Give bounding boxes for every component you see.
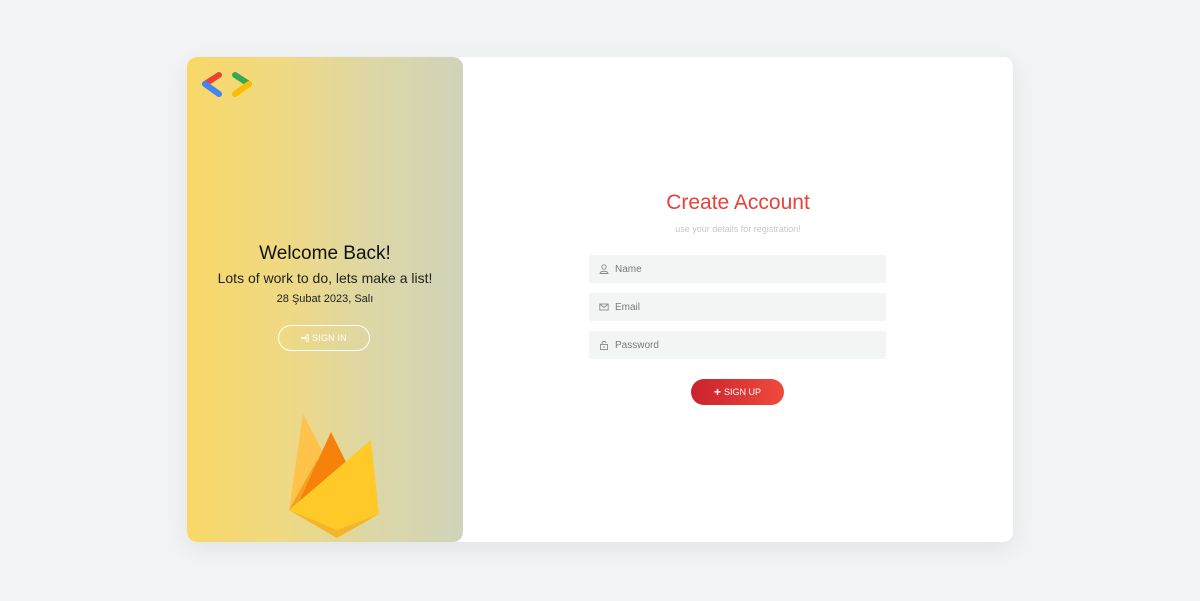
firebase-flame-logo-icon bbox=[289, 414, 379, 538]
email-input[interactable] bbox=[615, 301, 875, 313]
lock-icon bbox=[600, 341, 608, 350]
password-field[interactable] bbox=[589, 331, 886, 359]
sign-up-button[interactable]: + SIGN UP bbox=[691, 379, 784, 405]
email-field[interactable] bbox=[589, 293, 886, 321]
name-field[interactable] bbox=[589, 255, 886, 283]
registration-panel: Create Account use your details for regi… bbox=[463, 57, 1013, 542]
sign-in-button[interactable]: SIGN IN bbox=[278, 325, 370, 351]
envelope-icon bbox=[599, 303, 609, 311]
sign-up-label: SIGN UP bbox=[724, 387, 762, 397]
password-input[interactable] bbox=[615, 339, 875, 351]
page-subtitle: use your details for registration! bbox=[675, 224, 801, 234]
code-brackets-logo-icon bbox=[202, 72, 252, 97]
welcome-subtitle: Lots of work to do, lets make a list! bbox=[217, 270, 433, 286]
sign-in-icon bbox=[301, 334, 309, 342]
name-input[interactable] bbox=[615, 263, 875, 275]
current-date: 28 Şubat 2023, Salı bbox=[276, 293, 374, 305]
plus-icon: + bbox=[713, 385, 721, 399]
welcome-panel: Welcome Back! Lots of work to do, lets m… bbox=[187, 57, 463, 542]
welcome-title: Welcome Back! bbox=[259, 243, 391, 264]
auth-card: Welcome Back! Lots of work to do, lets m… bbox=[187, 57, 1013, 542]
user-icon bbox=[599, 264, 609, 274]
sign-in-label: SIGN IN bbox=[312, 333, 347, 343]
page-title: Create Account bbox=[666, 191, 810, 214]
